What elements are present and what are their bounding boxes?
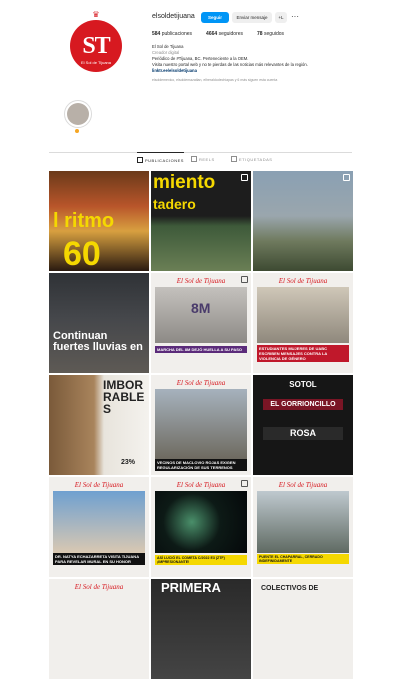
post-text: miento: [153, 172, 216, 193]
post-tile[interactable]: COLECTIVOS DE: [253, 579, 353, 679]
post-brand: El Sol de Tijuana: [176, 277, 226, 285]
post-photo: [53, 491, 145, 553]
carousel-icon: [241, 276, 248, 283]
add-person-button[interactable]: +L: [275, 12, 287, 23]
post-tile[interactable]: SOTOL EL GORRIONCILLO ROSA: [253, 375, 353, 475]
post-text: IMBORRABLES: [103, 378, 145, 416]
post-tile[interactable]: [253, 171, 353, 271]
following-label: seguidos: [263, 31, 284, 37]
post-caption: ASÍ LUCIÓ EL COMETA C/2022 E3 (ZTF) ¡IMP…: [155, 555, 247, 565]
post-tile[interactable]: Continuan fuertes lluvias en: [49, 273, 149, 373]
post-caption: DR. NATYA ECHAZARRETA VISITA TIJUANA PAR…: [53, 553, 145, 565]
send-message-button[interactable]: Enviar mensaje: [232, 12, 272, 23]
followers-count: 4664: [206, 31, 218, 37]
post-title: EL GORRIONCILLO: [263, 399, 343, 410]
highlight-cover: [67, 103, 89, 125]
post-sign-text: 8M: [191, 300, 211, 316]
reels-icon: [191, 156, 197, 162]
followed-by-line[interactable]: elsoldemexico, elsoldemazatlan, elherald…: [152, 78, 277, 82]
grid-icon: [137, 157, 143, 163]
crown-icon: ♛: [92, 10, 100, 19]
post-tile[interactable]: miento tadero: [151, 171, 251, 271]
posts-stat: 584 publicaciones: [152, 31, 192, 37]
following-count: 78: [257, 31, 263, 37]
post-text: l ritmo: [53, 210, 115, 232]
carousel-icon: [241, 480, 248, 487]
post-stat: 23%: [121, 459, 136, 466]
post-tile[interactable]: IMBORRABLES 23%: [49, 375, 149, 475]
tab-posts[interactable]: PUBLICACIONES: [137, 152, 184, 163]
profile-avatar[interactable]: ST El Sol de Tijuana: [70, 20, 122, 72]
post-caption: ESTUDIANTES MUJERES DE UABC ESCRIBEN MEN…: [257, 345, 349, 362]
post-tile[interactable]: El Sol de Tijuana ASÍ LUCIÓ EL COMETA C/…: [151, 477, 251, 577]
followers-label: seguidores: [218, 31, 244, 37]
post-text-sub: tadero: [153, 196, 196, 212]
post-brand: El Sol de Tijuana: [278, 481, 328, 489]
post-brand: El Sol de Tijuana: [278, 277, 328, 285]
tagged-icon: [231, 156, 237, 162]
highlight-label-icon: [75, 129, 79, 133]
post-brand-label: SOTOL: [289, 380, 317, 389]
post-tile[interactable]: l ritmo 60: [49, 171, 149, 271]
post-text-big: 60: [63, 235, 101, 271]
bio-link[interactable]: linktr.ee/elsoldetijuana: [152, 68, 362, 74]
follow-button[interactable]: Seguir: [201, 12, 229, 23]
post-tile[interactable]: El Sol de Tijuana 8M MARCHA DEL 8M DEJÓ …: [151, 273, 251, 373]
following-stat[interactable]: 78 seguidos: [257, 31, 284, 37]
profile-stats: 584 publicaciones 4664 seguidores 78 seg…: [152, 31, 284, 37]
post-subtitle: ROSA: [263, 427, 343, 440]
carousel-icon: [343, 174, 350, 181]
carousel-icon: [241, 174, 248, 181]
story-highlight[interactable]: [64, 100, 92, 128]
post-brand: El Sol de Tijuana: [176, 379, 226, 387]
post-brand: El Sol de Tijuana: [74, 583, 124, 591]
avatar-logo-subtitle: El Sol de Tijuana: [80, 60, 112, 65]
post-photo: [257, 287, 349, 343]
post-tile[interactable]: El Sol de Tijuana VECINOS DE MACLOVIO RO…: [151, 375, 251, 475]
post-tile[interactable]: PRIMERA: [151, 579, 251, 679]
post-caption: MARCHA DEL 8M DEJÓ HUELLA A SU PASO: [155, 346, 247, 353]
tab-tagged-label: ETIQUETADAS: [239, 156, 273, 162]
post-brand: El Sol de Tijuana: [176, 481, 226, 489]
tab-reels[interactable]: REELS: [191, 156, 215, 162]
posts-grid: l ritmo 60 miento tadero Continuan fuert…: [49, 171, 353, 679]
post-photo: [257, 491, 349, 553]
post-text: COLECTIVOS DE: [261, 585, 319, 592]
post-caption: PUENTE EL CHAPARRAL, CERRADO INDEFINIDAM…: [257, 554, 349, 564]
profile-tabs: PUBLICACIONES REELS ETIQUETADAS: [49, 152, 352, 165]
profile-bio: El Sol de Tijuana Creador digital Periód…: [152, 44, 362, 74]
profile-username: elsoldetijuana: [152, 13, 195, 20]
tab-tagged[interactable]: ETIQUETADAS: [231, 156, 272, 162]
post-tile[interactable]: El Sol de Tijuana ESTUDIANTES MUJERES DE…: [253, 273, 353, 373]
more-options-icon[interactable]: ···: [291, 12, 299, 21]
avatar-logo: ST: [82, 32, 110, 59]
post-tile[interactable]: El Sol de Tijuana DR. NATYA ECHAZARRETA …: [49, 477, 149, 577]
post-photo: [155, 389, 247, 459]
posts-label: publicaciones: [161, 31, 193, 37]
posts-count: 584: [152, 31, 161, 37]
post-caption: VECINOS DE MACLOVIO ROJAS EXIGEN REGULAR…: [155, 459, 247, 471]
tab-posts-label: PUBLICACIONES: [145, 157, 184, 163]
post-brand: El Sol de Tijuana: [74, 481, 124, 489]
post-text: Continuan fuertes lluvias en: [53, 330, 143, 353]
post-tile[interactable]: El Sol de Tijuana PUENTE EL CHAPARRAL, C…: [253, 477, 353, 577]
tab-reels-label: REELS: [199, 156, 215, 162]
post-tile[interactable]: El Sol de Tijuana: [49, 579, 149, 679]
post-text: PRIMERA: [161, 580, 221, 595]
profile-header: ♛ ST El Sol de Tijuana elsoldetijuana Se…: [0, 0, 400, 150]
post-photo: [155, 491, 247, 553]
followers-stat[interactable]: 4664 seguidores: [206, 31, 243, 37]
